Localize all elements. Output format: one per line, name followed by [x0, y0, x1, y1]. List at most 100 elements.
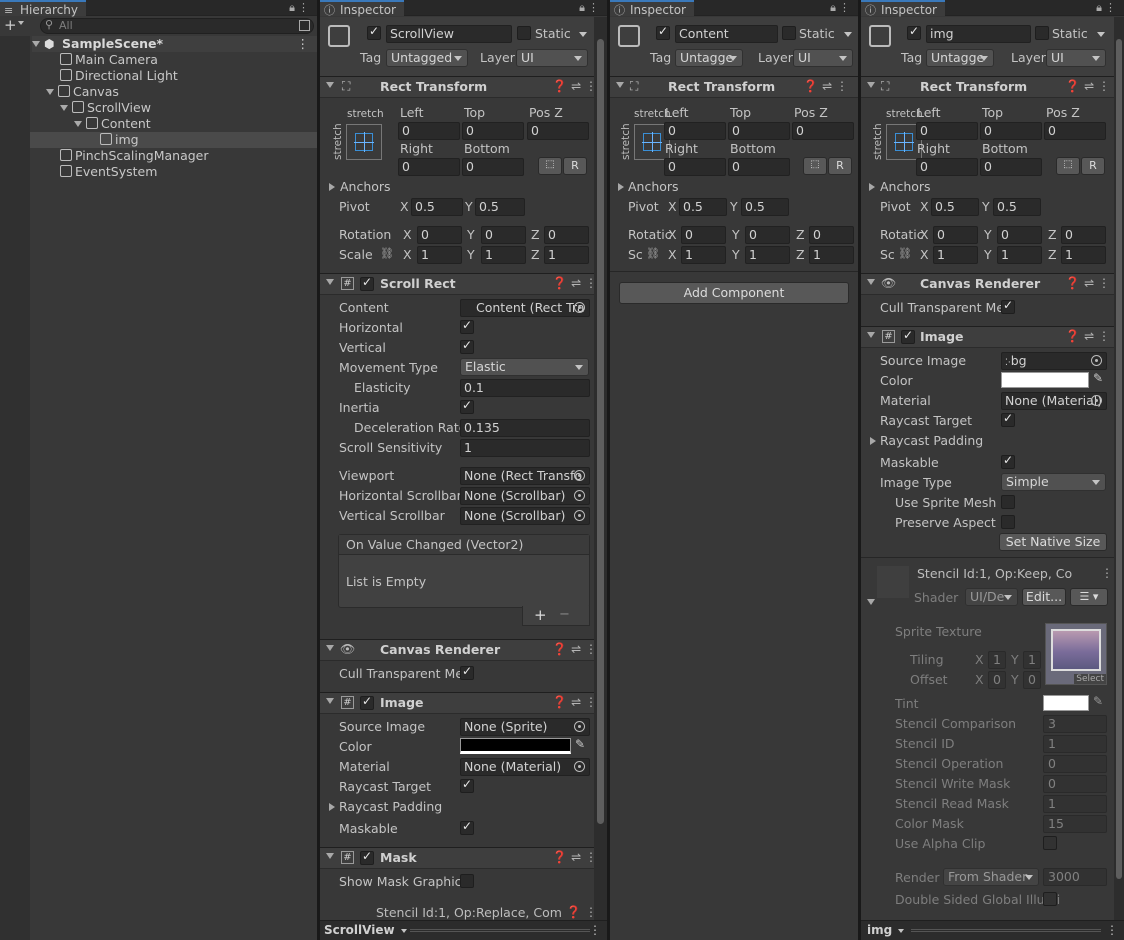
texture-select-label[interactable]: Select	[1074, 674, 1106, 684]
rotation-z-field[interactable]: 0	[544, 226, 589, 244]
stencil-write-mask-field[interactable]: 0	[1043, 775, 1107, 793]
vertical-checkbox[interactable]	[460, 338, 474, 354]
right-field[interactable]: 0	[398, 158, 460, 176]
inspector-scrollbar[interactable]	[1114, 17, 1124, 920]
movement-type-dropdown[interactable]: Elastic	[460, 358, 589, 376]
component-header-icons[interactable]: ❓ ⇌ ⋮	[552, 79, 597, 93]
offset-x-field[interactable]: 0	[988, 671, 1006, 689]
static-dropdown-icon[interactable]	[844, 32, 852, 37]
raycast-target-checkbox[interactable]	[460, 777, 474, 793]
preview-drag-handle[interactable]	[911, 929, 1101, 932]
foldout-open-icon[interactable]	[326, 82, 334, 88]
lock-icon[interactable]: 🔒︎	[830, 0, 836, 16]
mask-component-header[interactable]: # Mask ❓ ⇌ ⋮	[320, 847, 607, 869]
raycast-target-checkbox[interactable]	[1001, 411, 1015, 427]
right-field[interactable]: 0	[664, 158, 726, 176]
sprite-texture-preview[interactable]: Select	[1045, 623, 1107, 685]
rotation-x-field[interactable]: 0	[417, 226, 462, 244]
anchors-label[interactable]: Anchors	[628, 179, 679, 195]
tiling-y-field[interactable]: 1	[1023, 651, 1041, 669]
double-sided-gi-checkbox[interactable]	[1043, 892, 1057, 906]
hierarchy-item-content[interactable]: Content	[74, 116, 151, 132]
maskable-checkbox[interactable]	[460, 819, 474, 835]
kebab-menu-icon[interactable]: ⋮	[1106, 923, 1118, 937]
object-picker-icon[interactable]	[574, 510, 585, 521]
component-header-icons[interactable]: ❓ ⇌ ⋮	[1065, 276, 1110, 290]
horizontal-checkbox[interactable]	[460, 318, 474, 334]
dropdown-arrow-icon[interactable]	[18, 21, 24, 25]
object-picker-icon[interactable]	[574, 490, 585, 501]
posz-field[interactable]: 0	[527, 122, 589, 140]
kebab-menu-icon[interactable]: ⋮	[839, 0, 850, 16]
foldout-open-icon[interactable]	[32, 41, 40, 47]
foldout-open-icon[interactable]	[867, 279, 875, 285]
source-image-field[interactable]: None (Sprite)	[460, 718, 590, 736]
foldout-open-icon[interactable]	[74, 121, 82, 127]
active-toggle[interactable]	[656, 24, 670, 40]
object-picker-icon[interactable]	[574, 302, 585, 313]
object-picker-icon[interactable]	[1091, 395, 1102, 406]
pivot-y-field[interactable]: 0.5	[475, 198, 525, 216]
scale-z-field[interactable]: 1	[1061, 246, 1106, 264]
stencil-read-mask-field[interactable]: 1	[1043, 795, 1107, 813]
preview-drag-handle[interactable]	[410, 929, 590, 932]
scroll-sensitivity-field[interactable]: 1	[460, 439, 590, 457]
layer-dropdown[interactable]: UI	[516, 49, 588, 67]
component-header-icons[interactable]: ❓ ⇌ ⋮	[552, 276, 597, 290]
link-icon[interactable]: ⛓	[380, 247, 394, 260]
pivot-x-field[interactable]: 0.5	[679, 198, 727, 216]
viewport-object-field[interactable]: None (Rect Transfo	[460, 467, 590, 485]
hierarchy-item-img-selected[interactable]: img	[30, 132, 317, 148]
component-header-icons[interactable]: ❓ ⇌ ⋮	[552, 850, 597, 864]
scroll-rect-header[interactable]: # Scroll Rect ❓ ⇌ ⋮	[320, 273, 607, 295]
hierarchy-item-directional-light[interactable]: Directional Light	[60, 68, 178, 84]
rect-transform-header[interactable]: ⛶ Rect Transform ❓ ⇌ ⋮	[320, 76, 607, 98]
remove-event-button[interactable]: −	[559, 607, 570, 623]
static-toggle[interactable]	[1035, 26, 1049, 40]
raw-edit-button[interactable]: R	[563, 157, 587, 175]
object-picker-icon[interactable]	[574, 721, 585, 732]
foldout-open-icon[interactable]	[867, 599, 875, 605]
stencil-comparison-field[interactable]: 3	[1043, 715, 1107, 733]
pivot-x-field[interactable]: 0.5	[931, 198, 979, 216]
object-picker-icon[interactable]	[574, 470, 585, 481]
kebab-menu-icon[interactable]: ⋮	[298, 0, 309, 16]
lock-icon[interactable]: 🔒︎	[1096, 0, 1102, 16]
tab-inspector[interactable]: ⓘ Inspector	[610, 0, 694, 17]
preserve-aspect-checkbox[interactable]	[1001, 515, 1015, 529]
cull-transparent-checkbox[interactable]	[1001, 298, 1015, 314]
tab-inspector[interactable]: ⓘ Inspector	[861, 0, 945, 17]
pivot-x-field[interactable]: 0.5	[411, 198, 463, 216]
hierarchy-item-canvas[interactable]: Canvas	[46, 84, 119, 100]
link-icon[interactable]: ⛓	[898, 247, 912, 260]
hierarchy-item-pinch-scaling-manager[interactable]: PinchScalingManager	[60, 148, 209, 164]
maskable-checkbox[interactable]	[1001, 453, 1015, 469]
tag-dropdown[interactable]: Untagge	[675, 49, 743, 67]
object-picker-icon[interactable]	[574, 761, 585, 772]
color-swatch-black[interactable]	[460, 738, 571, 754]
kebab-menu-icon[interactable]: ⋮	[589, 923, 601, 937]
deceleration-rate-field[interactable]: 0.135	[460, 419, 590, 437]
rotation-z-field[interactable]: 0	[809, 226, 854, 244]
rotation-x-field[interactable]: 0	[933, 226, 978, 244]
anchors-label[interactable]: Anchors	[340, 179, 391, 195]
foldout-open-icon[interactable]	[326, 853, 334, 859]
add-event-button[interactable]: +	[534, 607, 547, 623]
foldout-closed-icon[interactable]	[870, 437, 876, 445]
foldout-open-icon[interactable]	[326, 698, 334, 704]
scene-search-icon[interactable]	[299, 20, 310, 31]
rotation-y-field[interactable]: 0	[481, 226, 526, 244]
foldout-closed-icon[interactable]	[329, 183, 335, 191]
foldout-open-icon[interactable]	[867, 82, 875, 88]
tag-dropdown[interactable]: Untagged	[386, 49, 468, 67]
color-swatch-white[interactable]	[1001, 372, 1089, 388]
active-toggle[interactable]	[907, 24, 921, 40]
left-field[interactable]: 0	[664, 122, 726, 140]
search-input[interactable]: ⚲ All	[40, 18, 314, 34]
bottom-field[interactable]: 0	[728, 158, 790, 176]
foldout-open-icon[interactable]	[46, 89, 54, 95]
object-picker-icon[interactable]	[1091, 355, 1102, 366]
scale-x-field[interactable]: 1	[681, 246, 726, 264]
left-field[interactable]: 0	[398, 122, 460, 140]
tab-hierarchy[interactable]: ≡ Hierarchy	[0, 0, 87, 17]
